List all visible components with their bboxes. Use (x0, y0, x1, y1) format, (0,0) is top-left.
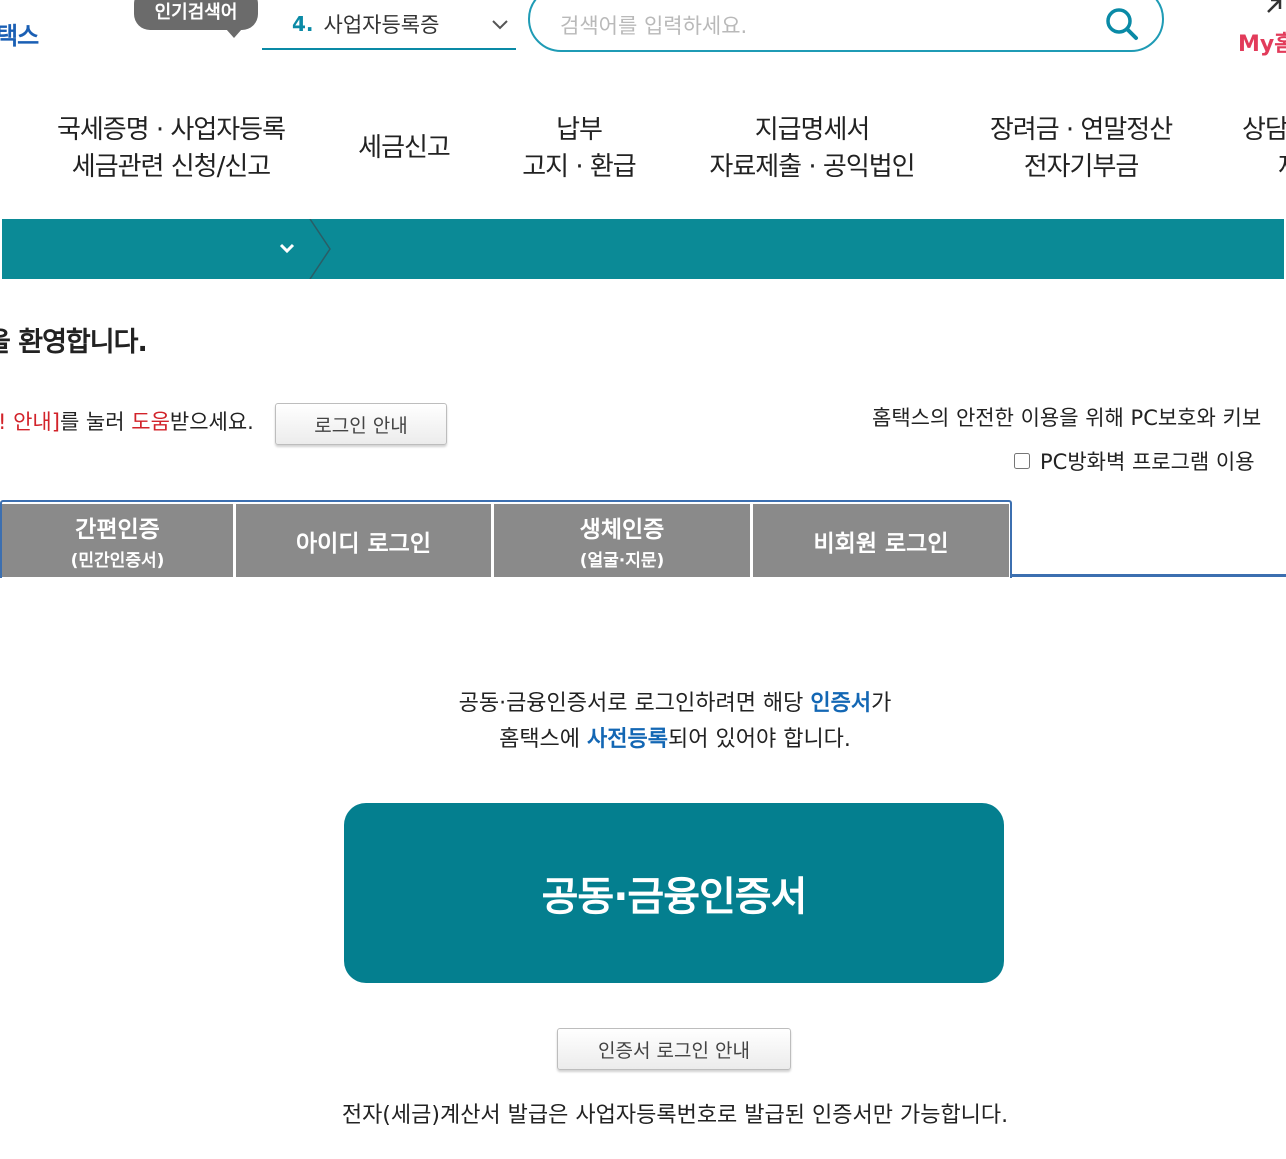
nav-label-line2: 전자기부금 (1023, 152, 1140, 182)
cert-desc-text: 되어 있어야 합니다. (668, 727, 851, 752)
firewall-label: PC방화벽 프로그램 이용 (1040, 450, 1255, 474)
nav-label-line2: 고지 · 환급 (522, 152, 636, 182)
tab-label: 생체인증 (579, 517, 665, 543)
cert-description-line2: 홈택스에 사전등록되어 있어야 합니다. (0, 722, 1286, 758)
search-bar (528, 0, 1164, 52)
tab-biometric-auth[interactable]: 생체인증 (얼굴·지문) (494, 504, 750, 577)
chevron-down-icon[interactable] (278, 241, 296, 257)
my-home-link[interactable]: My홈 (1238, 26, 1286, 58)
nav-label-line1: 세금신고 (358, 133, 451, 163)
nav-label-line2: 세금관련 신청/신고 (71, 152, 271, 182)
cert-login-guide-button[interactable]: 인증서 로그인 안내 (557, 1028, 791, 1070)
firewall-checkbox[interactable] (1014, 453, 1030, 469)
tab-label: 비회원 로그인 (813, 530, 949, 557)
nav-label-line1: 상담 (1242, 115, 1286, 145)
pc-protection-notice: 홈택스의 안전한 이용을 위해 PC보호와 키보 (872, 406, 1262, 430)
cert-desc-highlight: 인증서 (810, 691, 872, 716)
tax-invoice-note: 전자(세금)계산서 발급은 사업자등록번호로 발급된 인증서만 가능합니다. (341, 1103, 1009, 1128)
tab-id-login[interactable]: 아이디 로그인 (236, 504, 491, 577)
tab-label: 간편인증 (75, 517, 160, 543)
tab-label: 아이디 로그인 (296, 530, 431, 557)
popular-search-badge: 인기검색어 (134, 0, 258, 38)
help-text-end: 받으세요. (169, 410, 254, 434)
help-highlight: 도움 (131, 410, 170, 434)
cert-desc-highlight: 사전등록 (587, 727, 669, 752)
chevron-right-separator-icon (309, 219, 331, 279)
help-guide-link: ! 안내] (0, 410, 60, 434)
nav-label-line2: 자료제출 · 공익법인 (709, 152, 915, 182)
nav-label-line2: 제 (1242, 149, 1286, 186)
arrow-up-right-icon (1267, 0, 1282, 13)
search-icon[interactable] (1104, 6, 1140, 42)
nav-label-line1: 납부 (556, 115, 603, 145)
tab-sublabel: (얼굴·지문) (579, 551, 665, 571)
cert-desc-text: 홈택스에 (499, 727, 588, 752)
nav-label-line1: 지급명세서 (754, 115, 871, 145)
rank-keyword[interactable]: 사업자등록증 (324, 9, 440, 39)
logo[interactable]: 택스 (0, 16, 39, 51)
chevron-down-icon[interactable] (490, 14, 510, 34)
rank-number: 4. (292, 12, 314, 36)
cert-desc-text: 공동·금융인증서로 로그인하려면 해당 (458, 691, 811, 716)
nav-certificate-business[interactable]: 국세증명 · 사업자등록 세금관련 신청/신고 (52, 112, 290, 188)
nav-payment[interactable]: 납부 고지 · 환급 (516, 112, 642, 188)
tab-guest-login[interactable]: 비회원 로그인 (753, 504, 1009, 577)
nav-tax-filing[interactable]: 세금신고 (352, 130, 456, 206)
login-help-text: ! 안내]를 눌러 도움받으세요. (0, 406, 254, 436)
tab-simple-auth[interactable]: 간편인증 (민간인증서) (2, 504, 233, 577)
tab-sublabel: (민간인증서) (70, 551, 165, 571)
nav-incentive-yearend[interactable]: 장려금 · 연말정산 전자기부금 (984, 112, 1178, 188)
cert-desc-text: 가 (871, 691, 892, 716)
help-text: 를 눌러 (59, 410, 132, 434)
nav-label-line1: 장려금 · 연말정산 (989, 115, 1173, 145)
firewall-option[interactable]: PC방화벽 프로그램 이용 (1014, 446, 1255, 476)
certificate-login-button[interactable]: 공동·금융인증서 (344, 803, 1004, 983)
login-guide-button[interactable]: 로그인 안내 (275, 403, 447, 445)
popular-search-dropdown[interactable]: 4. 사업자등록증 (262, 0, 516, 50)
nav-payment-statement[interactable]: 지급명세서 자료제출 · 공익법인 (704, 112, 920, 188)
nav-consultation[interactable]: 상담 제 (1242, 112, 1286, 188)
breadcrumb-bar (2, 219, 1284, 279)
nav-label-line1: 국세증명 · 사업자등록 (56, 115, 286, 145)
welcome-title: 을 환영합니다. (0, 327, 148, 358)
tab-underline (1012, 574, 1286, 577)
cert-description-line1: 공동·금융인증서로 로그인하려면 해당 인증서가 (0, 686, 1286, 722)
search-input[interactable] (558, 4, 1082, 48)
